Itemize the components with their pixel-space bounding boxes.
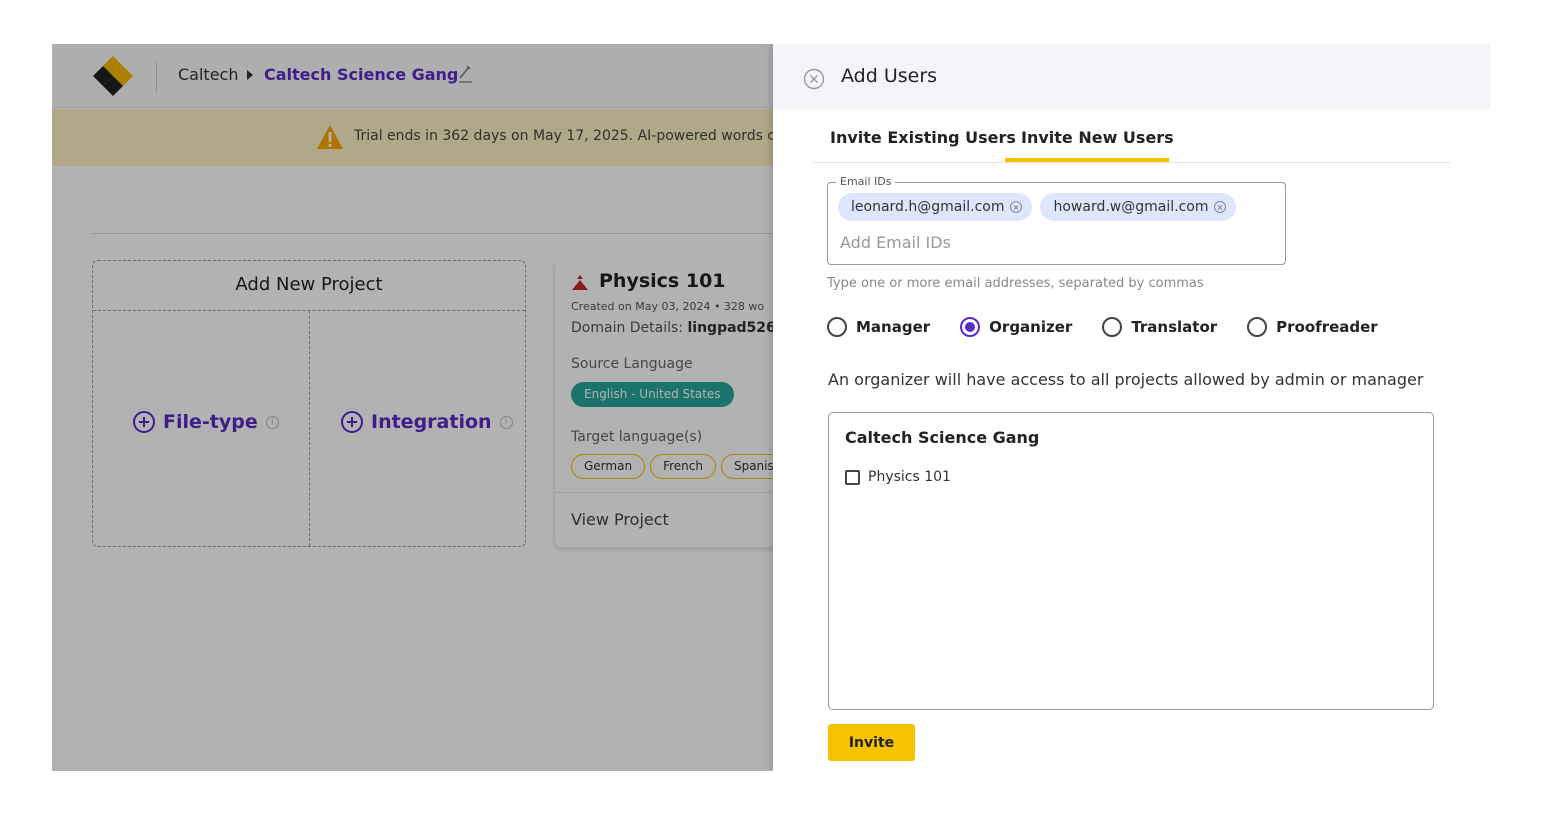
project-checkbox-label: Physics 101 bbox=[868, 469, 951, 485]
role-description: An organizer will have access to all pro… bbox=[828, 370, 1424, 389]
remove-chip-icon[interactable] bbox=[1214, 201, 1227, 213]
role-option-manager[interactable]: Manager bbox=[827, 317, 930, 337]
role-label: Translator bbox=[1131, 318, 1218, 336]
role-label: Organizer bbox=[989, 318, 1073, 336]
email-chip-label: howard.w@gmail.com bbox=[1053, 199, 1209, 215]
radio-icon[interactable] bbox=[1102, 317, 1123, 337]
email-ids-legend: Email IDs bbox=[836, 175, 896, 188]
radio-icon[interactable] bbox=[1247, 317, 1268, 337]
tab-invite-existing-users[interactable]: Invite Existing Users bbox=[830, 128, 1016, 162]
role-label: Proofreader bbox=[1276, 318, 1378, 336]
email-chips: leonard.h@gmail.com howard.w@gmail.com bbox=[838, 193, 1237, 221]
email-chip: leonard.h@gmail.com bbox=[838, 193, 1033, 221]
modal-backdrop[interactable] bbox=[52, 44, 773, 771]
role-radio-group: Manager Organizer Translator Proofreader bbox=[827, 317, 1378, 337]
email-ids-field[interactable]: Email IDs leonard.h@gmail.com howard.w@g… bbox=[827, 175, 1286, 265]
project-access-box: Caltech Science Gang Physics 101 bbox=[828, 412, 1434, 710]
invite-tabs: Invite Existing Users Invite New Users bbox=[813, 122, 1450, 163]
role-label: Manager bbox=[856, 318, 931, 336]
email-chip-label: leonard.h@gmail.com bbox=[851, 199, 1005, 215]
role-option-organizer[interactable]: Organizer bbox=[960, 317, 1072, 337]
app-window: Caltech Caltech Science Gang Trial ends … bbox=[52, 44, 1490, 771]
panel-title: Add Users bbox=[841, 65, 938, 87]
checkbox[interactable] bbox=[845, 469, 860, 485]
email-chip: howard.w@gmail.com bbox=[1040, 193, 1237, 221]
radio-icon[interactable] bbox=[827, 317, 847, 337]
remove-chip-icon[interactable] bbox=[1010, 201, 1023, 213]
invite-button[interactable]: Invite bbox=[828, 724, 915, 761]
radio-selected-icon[interactable] bbox=[960, 317, 981, 337]
tab-invite-new-users[interactable]: Invite New Users bbox=[1021, 128, 1174, 162]
close-icon[interactable] bbox=[803, 68, 825, 90]
email-input[interactable] bbox=[840, 231, 1270, 253]
add-users-panel: Add Users Invite Existing Users Invite N… bbox=[773, 44, 1490, 771]
role-option-translator[interactable]: Translator bbox=[1102, 317, 1217, 337]
role-option-proofreader[interactable]: Proofreader bbox=[1247, 317, 1378, 337]
active-tab-indicator bbox=[1005, 158, 1169, 162]
project-checkbox-row[interactable]: Physics 101 bbox=[845, 469, 951, 485]
panel-header: Add Users bbox=[773, 44, 1490, 109]
workspace-group-title: Caltech Science Gang bbox=[845, 428, 1040, 447]
email-hint: Type one or more email addresses, separa… bbox=[827, 276, 1204, 291]
